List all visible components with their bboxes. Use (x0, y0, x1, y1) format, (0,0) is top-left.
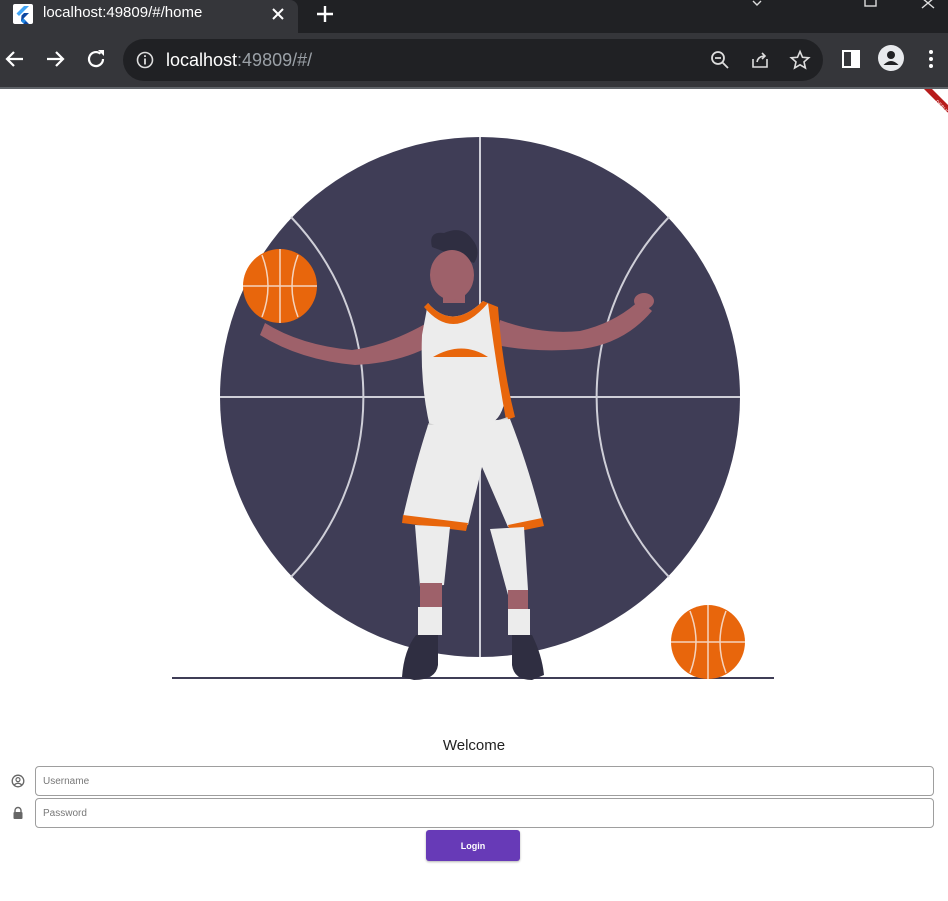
tab-strip: localhost:49809/#/home (0, 0, 948, 33)
share-icon[interactable] (749, 49, 771, 71)
new-tab-icon[interactable] (314, 3, 336, 25)
page-content: DEBUG Welcome Username Login (0, 89, 948, 901)
restore-window-icon[interactable] (864, 0, 878, 10)
zoom-out-icon[interactable] (709, 49, 731, 71)
username-field[interactable] (35, 766, 934, 796)
browser-tab[interactable]: localhost:49809/#/home (0, 0, 298, 33)
svg-text:DEBUG: DEBUG (934, 99, 948, 116)
back-arrow-icon[interactable] (4, 48, 26, 70)
url-path: :49809/#/ (237, 50, 313, 70)
kebab-menu-icon[interactable] (920, 48, 942, 70)
debug-banner: DEBUG (924, 89, 948, 116)
lock-icon (13, 806, 23, 819)
close-tab-icon[interactable] (269, 5, 287, 23)
url-host: localhost (166, 50, 238, 70)
reload-icon[interactable] (85, 48, 107, 70)
site-info-icon[interactable] (136, 51, 154, 69)
tab-search-icon[interactable] (750, 0, 764, 10)
forward-arrow-icon[interactable] (44, 48, 66, 70)
flutter-logo-icon (13, 4, 33, 24)
address-bar[interactable]: localhost:49809/#/ (123, 39, 823, 81)
login-button[interactable]: Login (426, 830, 520, 861)
tab-title: localhost:49809/#/home (43, 4, 203, 21)
password-row (0, 798, 948, 830)
browser-toolbar: localhost:49809/#/ (0, 33, 948, 89)
account-circle-icon (11, 774, 25, 788)
address-url[interactable]: localhost:49809/#/ (166, 50, 312, 70)
username-row (0, 766, 948, 798)
bookmark-star-icon[interactable] (789, 49, 811, 71)
close-window-icon[interactable] (920, 0, 936, 10)
welcome-heading: Welcome (442, 737, 506, 754)
basketball-player-illustration (172, 137, 774, 680)
profile-avatar-icon[interactable] (878, 45, 904, 71)
password-field[interactable] (35, 798, 934, 828)
side-panel-icon[interactable] (840, 48, 862, 70)
